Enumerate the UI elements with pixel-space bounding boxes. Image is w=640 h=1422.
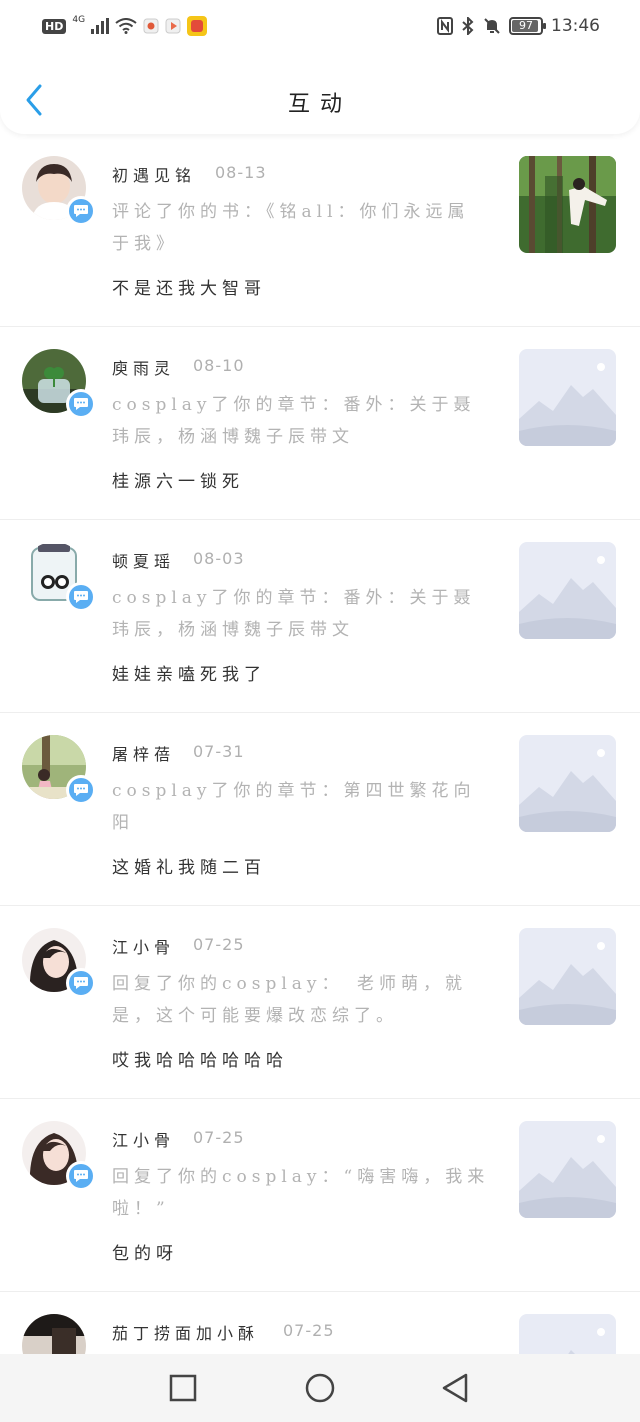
status-right: 97 13:46 (437, 16, 600, 36)
circle-icon (305, 1373, 335, 1403)
speech-bubble-icon (66, 389, 96, 419)
reading-app-icon (187, 16, 208, 36)
cover-thumbnail[interactable] (519, 156, 616, 253)
placeholder-image-icon[interactable] (519, 1121, 616, 1218)
system-back-button[interactable] (438, 1370, 474, 1406)
placeholder-image-icon[interactable] (519, 1314, 616, 1354)
action-text[interactable]: 评论了你的书：《铭all：你们永远属于我》 (112, 196, 490, 260)
placeholder-image-icon[interactable] (519, 928, 616, 1025)
item-date: 07-25 (283, 1321, 335, 1340)
hd-icon: HD (42, 18, 67, 34)
user-name[interactable]: 茄丁捞面加小酥 (112, 1320, 259, 1344)
nav-bar: 互动 (0, 70, 640, 130)
recent-apps-button[interactable] (165, 1370, 201, 1406)
app-header: HD 4G 97 13:46 互动 (0, 0, 640, 134)
speech-bubble-icon (66, 1161, 96, 1191)
triangle-icon (442, 1373, 468, 1403)
placeholder-image-icon[interactable] (519, 735, 616, 832)
speech-bubble-icon (66, 968, 96, 998)
user-name[interactable]: 初遇见铭 (112, 162, 196, 186)
list-item[interactable]: 顿夏瑶 08-03 cosplay了你的章节：番外：关于聂玮辰，杨涵博魏子辰带文… (0, 520, 640, 713)
reply-text: 娃娃亲嗑死我了 (112, 665, 266, 685)
system-nav-bar (0, 1354, 640, 1422)
action-text[interactable]: 回复了你的cosplay：“嗨害嗨，我来啦！” (112, 1161, 490, 1225)
bluetooth-icon (462, 17, 474, 35)
notification-app-icon (143, 18, 159, 34)
user-name[interactable]: 江小骨 (112, 934, 175, 958)
wifi-icon (115, 18, 137, 34)
placeholder-image-icon[interactable] (519, 542, 616, 639)
list-item[interactable]: 江小骨 07-25 回复了你的cosplay： 老师萌，就是，这个可能要爆改恋综… (0, 906, 640, 1099)
user-name[interactable]: 顿夏瑶 (112, 548, 175, 572)
status-time: 13:46 (551, 16, 600, 36)
list-item[interactable]: 庾雨灵 08-10 cosplay了你的章节：番外：关于聂玮辰，杨涵博魏子辰带文… (0, 327, 640, 520)
item-date: 07-25 (193, 1128, 245, 1147)
placeholder-image-icon[interactable] (519, 349, 616, 446)
item-date: 07-31 (193, 742, 245, 761)
list-item[interactable]: 屠梓蓓 07-31 cosplay了你的章节：第四世繁花向阳 这婚礼我随二百 (0, 713, 640, 906)
status-left: HD 4G (42, 15, 208, 36)
action-text[interactable]: cosplay了你的章节：番外：关于聂玮辰，杨涵博魏子辰带文 (112, 389, 490, 453)
signal-icon (91, 18, 110, 34)
network-type: 4G (72, 15, 86, 25)
action-text[interactable]: cosplay了你的章节：第四世繁花向阳 (112, 775, 490, 839)
item-date: 07-25 (193, 935, 245, 954)
speech-bubble-icon (66, 582, 96, 612)
list-item[interactable]: 初遇见铭 08-13 评论了你的书：《铭all：你们永远属于我》 不是还我大智哥 (0, 134, 640, 327)
user-name[interactable]: 屠梓蓓 (112, 741, 175, 765)
reply-text: 包的呀 (112, 1244, 178, 1264)
action-text[interactable]: cosplay了你的章节：番外：关于聂玮辰，杨涵博魏子辰带文 (112, 582, 490, 646)
item-date: 08-13 (215, 163, 267, 182)
item-date: 08-10 (193, 356, 245, 375)
video-app-icon (165, 18, 181, 34)
reply-text: 哎我哈哈哈哈哈哈 (112, 1051, 288, 1071)
mute-bell-icon (484, 18, 500, 34)
interaction-list: 初遇见铭 08-13 评论了你的书：《铭all：你们永远属于我》 不是还我大智哥 (0, 134, 640, 1354)
reply-text: 桂源六一锁死 (112, 472, 244, 492)
battery-icon: 97 (509, 17, 546, 35)
speech-bubble-icon (66, 196, 96, 226)
speech-bubble-icon (66, 775, 96, 805)
action-text[interactable]: 回复了你的cosplay： 老师萌，就是，这个可能要爆改恋综了。 (112, 968, 490, 1032)
list-item[interactable]: 茄丁捞面加小酥 07-25 (0, 1292, 640, 1354)
user-name[interactable]: 庾雨灵 (112, 355, 175, 379)
battery-level: 97 (519, 19, 533, 32)
user-name[interactable]: 江小骨 (112, 1127, 175, 1151)
reply-text: 这婚礼我随二百 (112, 858, 266, 878)
nfc-icon (437, 17, 453, 35)
home-button[interactable] (302, 1370, 338, 1406)
status-bar: HD 4G 97 13:46 (0, 0, 640, 56)
item-date: 08-03 (193, 549, 245, 568)
reply-text: 不是还我大智哥 (112, 279, 266, 299)
list-item[interactable]: 江小骨 07-25 回复了你的cosplay：“嗨害嗨，我来啦！” 包的呀 (0, 1099, 640, 1292)
square-icon (169, 1374, 197, 1402)
avatar[interactable] (22, 1314, 86, 1354)
page-title: 互动 (287, 92, 352, 117)
